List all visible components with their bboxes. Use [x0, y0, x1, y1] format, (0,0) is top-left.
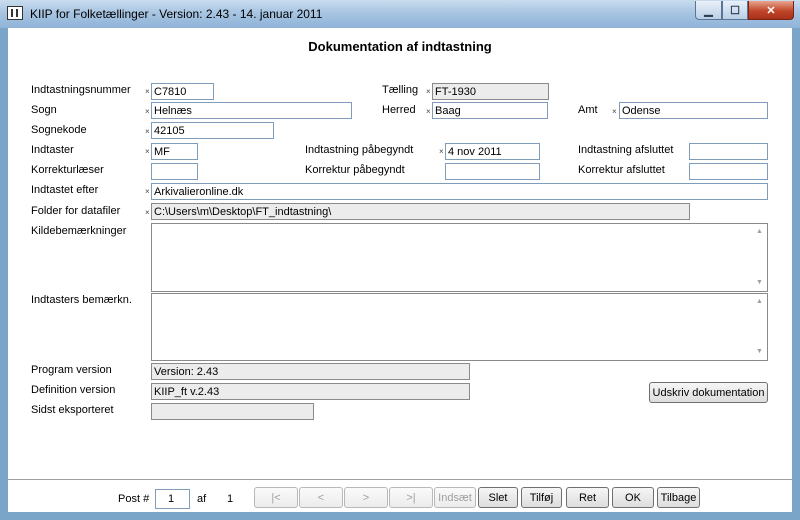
required-mark: × — [145, 87, 150, 96]
app-book-icon[interactable] — [7, 6, 23, 20]
app-window: KIIP for Folketællinger - Version: 2.43 … — [0, 0, 800, 520]
print-documentation-button[interactable]: Udskriv dokumentation — [649, 382, 768, 403]
sognekode-label: Sognekode — [31, 124, 87, 136]
last-record-button[interactable]: >| — [389, 487, 433, 508]
indtasters-bemaerkn-scrollbar[interactable]: ▲ ▼ — [752, 294, 767, 360]
indtastning-paabegyndt-field[interactable]: 4 nov 2011 — [445, 143, 540, 160]
form-client-area: Dokumentation af indtastning Indtastning… — [8, 28, 792, 512]
korrekturlaeser-field[interactable] — [151, 163, 198, 180]
window-controls: ▁ ☐ ✕ — [695, 1, 794, 20]
sogn-field[interactable]: Helnæs — [151, 102, 352, 119]
definition-version-field: KIIP_ft v.2.43 — [151, 383, 470, 400]
herred-field[interactable]: Baag — [432, 102, 548, 119]
amt-label: Amt — [578, 104, 598, 116]
taelling-label: Tælling — [382, 84, 419, 96]
post-number-input[interactable]: 1 — [155, 489, 190, 509]
herred-label: Herred — [382, 104, 416, 116]
back-button[interactable]: Tilbage — [657, 487, 700, 508]
insert-button[interactable]: Indsæt — [434, 487, 476, 508]
required-mark: × — [145, 107, 150, 116]
ok-button[interactable]: OK — [612, 487, 654, 508]
maximize-icon: ☐ — [730, 4, 740, 17]
indtasters-bemaerkn-textarea[interactable]: ▲ ▼ — [151, 293, 768, 361]
indtastning-afsluttet-field[interactable] — [689, 143, 768, 160]
minimize-icon: ▁ — [704, 4, 713, 17]
indtastning-paabegyndt-label: Indtastning påbegyndt — [305, 144, 414, 156]
indtaster-field[interactable]: MF — [151, 143, 198, 160]
korrekturlaeser-label: Korrekturlæser — [31, 164, 104, 176]
indtastningsnummer-field[interactable]: C7810 — [151, 83, 214, 100]
taelling-field[interactable]: FT-1930 — [432, 83, 549, 100]
indtasters-bemaerkn-label: Indtasters bemærkn. — [31, 294, 132, 306]
required-mark: × — [426, 107, 431, 116]
sidst-eksporteret-label: Sidst eksporteret — [31, 404, 114, 416]
minimize-button[interactable]: ▁ — [695, 1, 722, 20]
scroll-up-icon[interactable]: ▲ — [752, 297, 767, 307]
title-bar[interactable]: KIIP for Folketællinger - Version: 2.43 … — [0, 0, 800, 28]
required-mark: × — [145, 208, 150, 217]
indtastningsnummer-label: Indtastningsnummer — [31, 84, 131, 96]
required-mark: × — [145, 187, 150, 196]
korrektur-afsluttet-label: Korrektur afsluttet — [578, 164, 665, 176]
navigation-separator — [8, 479, 792, 480]
maximize-button[interactable]: ☐ — [722, 1, 748, 20]
korrektur-paabegyndt-label: Korrektur påbegyndt — [305, 164, 405, 176]
sidst-eksporteret-field — [151, 403, 314, 420]
close-icon: ✕ — [766, 4, 776, 17]
scroll-up-icon[interactable]: ▲ — [752, 227, 767, 237]
add-button[interactable]: Tilføj — [521, 487, 562, 508]
indtaster-label: Indtaster — [31, 144, 74, 156]
required-mark: × — [612, 107, 617, 116]
required-mark: × — [145, 147, 150, 156]
window-title: KIIP for Folketællinger - Version: 2.43 … — [30, 7, 323, 21]
kildebemaerkninger-textarea[interactable]: ▲ ▼ — [151, 223, 768, 292]
required-mark: × — [145, 127, 150, 136]
edit-button[interactable]: Ret — [566, 487, 609, 508]
indtastet-efter-field[interactable]: Arkivalieronline.dk — [151, 183, 768, 200]
program-version-label: Program version — [31, 364, 112, 376]
total-records: 1 — [227, 493, 234, 505]
sogn-label: Sogn — [31, 104, 57, 116]
scroll-down-icon[interactable]: ▼ — [752, 278, 767, 288]
required-mark: × — [426, 87, 431, 96]
first-record-button[interactable]: |< — [254, 487, 298, 508]
delete-button[interactable]: Slet — [478, 487, 518, 508]
kildebemaerkninger-scrollbar[interactable]: ▲ ▼ — [752, 224, 767, 291]
post-number-label: Post # — [118, 493, 150, 505]
previous-record-button[interactable]: < — [299, 487, 343, 508]
of-label: af — [197, 493, 207, 505]
scroll-down-icon[interactable]: ▼ — [752, 347, 767, 357]
korrektur-paabegyndt-field[interactable] — [445, 163, 540, 180]
folder-field[interactable]: C:\Users\m\Desktop\FT_indtastning\ — [151, 203, 690, 220]
korrektur-afsluttet-field[interactable] — [689, 163, 768, 180]
indtastet-efter-label: Indtastet efter — [31, 184, 99, 196]
folder-label: Folder for datafiler — [31, 205, 121, 217]
required-mark: × — [439, 147, 444, 156]
definition-version-label: Definition version — [31, 384, 116, 396]
amt-field[interactable]: Odense — [619, 102, 768, 119]
close-button[interactable]: ✕ — [748, 1, 794, 20]
sognekode-field[interactable]: 42105 — [151, 122, 274, 139]
next-record-button[interactable]: > — [344, 487, 388, 508]
indtastning-afsluttet-label: Indtastning afsluttet — [578, 144, 674, 156]
page-title: Dokumentation af indtastning — [308, 39, 492, 54]
kildebemaerkninger-label: Kildebemærkninger — [31, 225, 127, 237]
program-version-field: Version: 2.43 — [151, 363, 470, 380]
